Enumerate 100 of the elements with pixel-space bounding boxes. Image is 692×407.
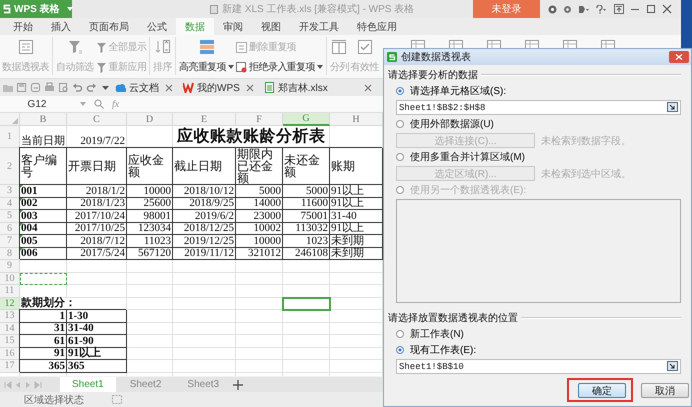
sheet-tab[interactable]: Sheet3: [175, 377, 232, 392]
select-button[interactable]: 选择连接(C)...: [396, 133, 535, 148]
cancel-button[interactable]: 取消: [641, 382, 689, 398]
ribbon-button[interactable]: 高亮重复项: [178, 37, 236, 76]
table-cell: 14000: [236, 198, 283, 210]
row-header[interactable]: 13: [0, 310, 20, 322]
table-cell: 2019/12/25: [173, 235, 236, 248]
save-icon[interactable]: [16, 82, 27, 93]
menu-tab[interactable]: 公式: [138, 18, 176, 35]
row-header[interactable]: 2: [0, 148, 20, 185]
row-header[interactable]: 5: [0, 210, 20, 222]
ok-button[interactable]: 确定: [578, 383, 626, 398]
column-header[interactable]: C: [67, 113, 127, 126]
table-cell: 321012: [236, 248, 283, 260]
menu-tab[interactable]: 开始: [4, 18, 42, 35]
help-icon[interactable]: [596, 4, 608, 14]
row-header[interactable]: 10: [0, 272, 20, 285]
row-header[interactable]: 11: [0, 285, 20, 298]
column-header[interactable]: H: [330, 113, 383, 126]
status-text: 区域选择状态: [24, 394, 84, 406]
row-header[interactable]: 7: [0, 235, 20, 248]
document-tab[interactable]: 我的WPS: [183, 80, 240, 94]
menu-tab[interactable]: 页面布局: [80, 18, 138, 35]
sheet-tab[interactable]: Sheet2: [118, 377, 174, 392]
app-menu-button[interactable]: WPS 表格: [0, 0, 72, 18]
table-cell: 2018/9/25: [173, 198, 236, 210]
column-header[interactable]: G: [283, 113, 330, 126]
row-header[interactable]: 17: [0, 360, 20, 372]
table-cell: 5000: [236, 185, 283, 198]
login-button[interactable]: 未登录: [473, 0, 540, 18]
export-icon[interactable]: [30, 82, 41, 93]
menu-tab[interactable]: 特色应用: [348, 18, 406, 35]
document-tab[interactable]: 云文档: [115, 80, 159, 94]
menu-tab[interactable]: 视图: [252, 18, 290, 35]
close-icon[interactable]: [165, 84, 173, 92]
w-logo-icon: [183, 82, 194, 93]
table-cell: 23000: [236, 210, 283, 222]
table-cell: 2017/5/24: [67, 248, 127, 260]
table-cell: 截止日期: [173, 148, 236, 185]
redo-icon[interactable]: [86, 82, 97, 93]
radio-option[interactable]: 请选择单元格区域(S):: [388, 84, 506, 98]
pivot-table-list[interactable]: [396, 199, 681, 303]
menu-tab[interactable]: 开发工具: [290, 18, 348, 35]
sort-icon: [154, 39, 171, 55]
column-header[interactable]: F: [236, 113, 283, 126]
table-cell: 91以上: [330, 198, 383, 210]
row-header[interactable]: 9: [0, 260, 20, 272]
gear-icon[interactable]: [563, 4, 572, 14]
radio-option[interactable]: 使用外部数据源(U): [388, 117, 494, 131]
upload-icon[interactable]: [614, 4, 624, 14]
caret-icon: [228, 65, 234, 69]
row-header[interactable]: 12: [0, 298, 20, 310]
spreadsheet-icon: [264, 82, 275, 93]
skin-icon[interactable]: [578, 4, 590, 14]
funnel-icon: [66, 39, 83, 55]
undo-icon[interactable]: [72, 82, 83, 93]
menu-tab[interactable]: 数据: [176, 18, 214, 35]
reject-entry-icon: [236, 62, 248, 72]
menu-tab[interactable]: 插入: [42, 18, 80, 35]
column-header[interactable]: B: [20, 113, 67, 126]
maximize-icon[interactable]: [646, 4, 656, 14]
close-button[interactable]: [669, 51, 689, 63]
table-cell: 2018/1/2: [67, 185, 127, 198]
function-button[interactable]: fx: [112, 98, 120, 110]
table-cell: 1-30: [67, 310, 127, 322]
print-icon[interactable]: [44, 82, 55, 93]
close-icon[interactable]: [364, 84, 372, 92]
column-header[interactable]: D: [127, 113, 173, 126]
circle-icon[interactable]: [548, 4, 557, 14]
close-icon[interactable]: [246, 84, 254, 92]
menu-tab[interactable]: 审阅: [214, 18, 252, 35]
row-header[interactable]: 1: [0, 126, 20, 148]
select-button[interactable]: 选定区域(R)...: [396, 166, 535, 181]
search-icon[interactable]: [94, 99, 104, 109]
table-cell: 客户编号: [20, 148, 67, 185]
section-heading: 请选择放置数据透视表的位置: [388, 312, 518, 325]
table-cell: 113032: [283, 222, 330, 235]
column-header[interactable]: E: [173, 113, 236, 126]
table-cell: 1023: [283, 235, 330, 248]
delete-duplicates-icon: [236, 42, 248, 52]
document-tab[interactable]: 郑吉林.xlsx: [264, 80, 328, 94]
ribbon-button[interactable]: 拒绝录入重复项: [236, 60, 323, 74]
add-icon[interactable]: [233, 380, 244, 390]
range-field[interactable]: Sheet1!$B$2:$H$8: [396, 100, 681, 115]
section-heading: 请选择要分析的数据: [388, 68, 478, 82]
radio-option[interactable]: 新工作表(N): [388, 327, 464, 341]
range-field[interactable]: Sheet1!$B$10: [396, 359, 681, 374]
preview-icon[interactable]: [58, 82, 69, 93]
highlight-icon: [198, 39, 215, 55]
row-header[interactable]: 15: [0, 335, 20, 348]
name-box[interactable]: G12: [2, 98, 72, 110]
range-picker-icon[interactable]: [667, 361, 678, 371]
radio-option[interactable]: 现有工作表(E):: [388, 343, 476, 357]
sheet-tab[interactable]: Sheet1: [60, 377, 116, 392]
close-icon[interactable]: [662, 4, 672, 14]
range-picker-icon[interactable]: [667, 102, 678, 112]
row-header[interactable]: 3: [0, 185, 20, 198]
selected-cell[interactable]: [282, 296, 331, 311]
radio-option[interactable]: 使用多重合并计算区域(M): [388, 150, 525, 164]
caret-icon: [316, 65, 323, 69]
